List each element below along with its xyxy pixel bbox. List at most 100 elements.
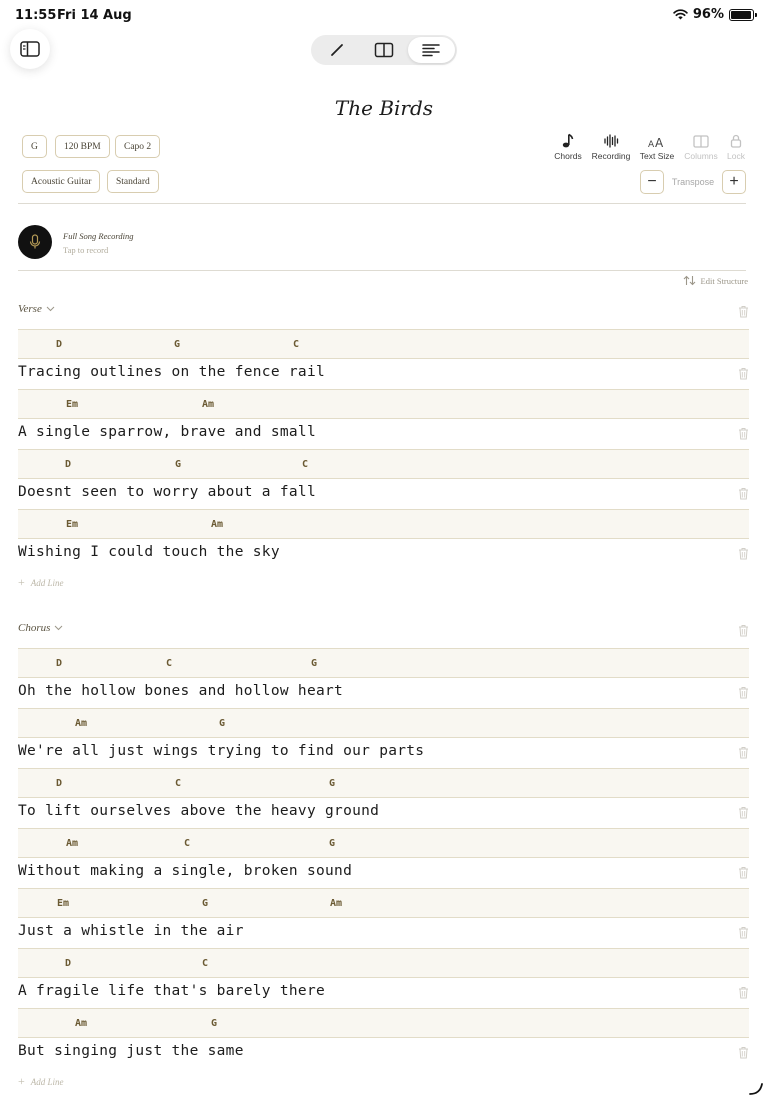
add-line-label: Add Line (30, 1076, 64, 1087)
chord-label[interactable]: G (175, 459, 181, 470)
key-tag[interactable]: G (22, 135, 47, 158)
recording-title: Full Song Recording (63, 231, 134, 241)
song-title[interactable]: The Birds (0, 96, 768, 120)
lock-tool-label: Lock (727, 151, 745, 161)
chord-label[interactable]: D (56, 778, 62, 789)
chord-label[interactable]: G (219, 718, 225, 729)
sidebar-toggle-button[interactable] (10, 29, 50, 69)
chord-label[interactable]: Am (330, 898, 342, 909)
chord-row: DGC (18, 329, 749, 359)
delete-line-icon[interactable] (736, 486, 750, 500)
delete-line-icon[interactable] (736, 1045, 750, 1059)
chord-label[interactable]: Am (202, 399, 214, 410)
chord-label[interactable]: Em (66, 399, 78, 410)
chord-label[interactable]: Em (66, 519, 78, 530)
plus-icon: + (18, 575, 25, 589)
section-name: Verse (18, 303, 42, 315)
chord-label[interactable]: C (184, 838, 190, 849)
edit-structure-button[interactable]: Edit Structure (683, 275, 748, 286)
lyric-line[interactable]: Tracing outlines on the fence rail (18, 364, 325, 380)
plus-icon: + (18, 1074, 25, 1088)
lyric-line[interactable]: Without making a single, broken sound (18, 863, 352, 879)
chord-label[interactable]: C (175, 778, 181, 789)
section-header-verse[interactable]: Verse (18, 303, 55, 315)
chord-row: Am G (18, 708, 749, 738)
recording-tool[interactable]: Recording (588, 132, 634, 161)
chord-label[interactable]: D (56, 339, 62, 350)
delete-line-icon[interactable] (736, 925, 750, 939)
transpose-up-button[interactable]: + (722, 170, 746, 194)
chord-label[interactable]: C (302, 459, 308, 470)
chord-label[interactable]: C (293, 339, 299, 350)
edit-mode-button[interactable] (313, 37, 360, 63)
section-header-chorus[interactable]: Chorus (18, 622, 63, 634)
split-view-button[interactable] (360, 37, 407, 63)
chord-label[interactable]: D (56, 658, 62, 669)
lyric-line[interactable]: Wishing I could touch the sky (18, 544, 280, 560)
delete-line-icon[interactable] (736, 366, 750, 380)
chord-label[interactable]: G (211, 1018, 217, 1029)
chord-label[interactable]: Am (75, 1018, 87, 1029)
lyric-line[interactable]: A single sparrow, brave and small (18, 424, 316, 440)
delete-line-icon[interactable] (736, 685, 750, 699)
lock-tool[interactable]: Lock (713, 132, 759, 161)
split-view-icon (374, 42, 394, 58)
tuning-tag[interactable]: Standard (107, 170, 159, 193)
add-line-button[interactable]: + Add Line (18, 1074, 64, 1089)
lyric-line[interactable]: But singing just the same (18, 1043, 244, 1059)
lyric-line[interactable]: To lift ourselves above the heavy ground (18, 803, 379, 819)
chords-tool-label: Chords (554, 151, 582, 161)
chord-label[interactable]: Am (66, 838, 78, 849)
tempo-tag[interactable]: 120 BPM (55, 135, 110, 158)
battery-fill (731, 10, 752, 19)
chord-row: DCG (18, 768, 749, 798)
transpose-down-button[interactable]: − (640, 170, 664, 194)
chord-label[interactable]: Am (211, 519, 223, 530)
lyric-line[interactable]: Just a whistle in the air (18, 923, 244, 939)
battery-icon (729, 8, 757, 21)
status-bar: 11:55 Fri 14 Aug 96% (0, 0, 768, 30)
pencil-icon (330, 44, 343, 56)
lyric-line[interactable]: We're all just wings trying to find our … (18, 743, 424, 759)
delete-line-icon[interactable] (736, 865, 750, 879)
capo-tag[interactable]: Capo 2 (115, 135, 161, 158)
chord-row: DGC (18, 449, 749, 479)
chord-label[interactable]: D (65, 459, 71, 470)
delete-line-icon[interactable] (736, 805, 750, 819)
text-view-button[interactable] (407, 37, 455, 63)
lyric-line[interactable]: Oh the hollow bones and hollow heart (18, 683, 343, 699)
chord-label[interactable]: G (329, 778, 335, 789)
delete-section-icon[interactable] (736, 623, 750, 637)
section-name: Chorus (18, 622, 51, 634)
lyric-line[interactable]: A fragile life that's barely there (18, 983, 325, 999)
record-button[interactable] (18, 225, 52, 259)
chord-row: Em Am (18, 389, 749, 419)
chord-label[interactable]: G (202, 898, 208, 909)
chord-label[interactable]: G (174, 339, 180, 350)
delete-section-icon[interactable] (736, 304, 750, 318)
chord-label[interactable]: C (166, 658, 172, 669)
chord-label[interactable]: C (202, 958, 208, 969)
instrument-tag[interactable]: Acoustic Guitar (22, 170, 101, 193)
chord-label[interactable]: G (329, 838, 335, 849)
chords-tool[interactable]: Chords (545, 132, 591, 161)
add-line-label: Add Line (30, 577, 64, 588)
delete-line-icon[interactable] (736, 985, 750, 999)
chord-label[interactable]: G (311, 658, 317, 669)
transpose-label: Transpose (671, 177, 715, 187)
wifi-icon (673, 9, 688, 20)
header-divider (18, 203, 746, 204)
chord-label[interactable]: D (65, 958, 71, 969)
sidebar-icon (20, 41, 40, 57)
delete-line-icon[interactable] (736, 546, 750, 560)
add-line-button[interactable]: + Add Line (18, 575, 64, 590)
edit-structure-label: Edit Structure (700, 275, 748, 286)
text-size-tool[interactable]: A A Text Size (634, 132, 680, 161)
chord-label[interactable]: Am (75, 718, 87, 729)
delete-line-icon[interactable] (736, 745, 750, 759)
delete-line-icon[interactable] (736, 426, 750, 440)
reorder-arrows-icon (683, 275, 695, 286)
recording-tool-label: Recording (591, 151, 631, 161)
chord-label[interactable]: Em (57, 898, 69, 909)
lyric-line[interactable]: Doesnt seen to worry about a fall (18, 484, 316, 500)
